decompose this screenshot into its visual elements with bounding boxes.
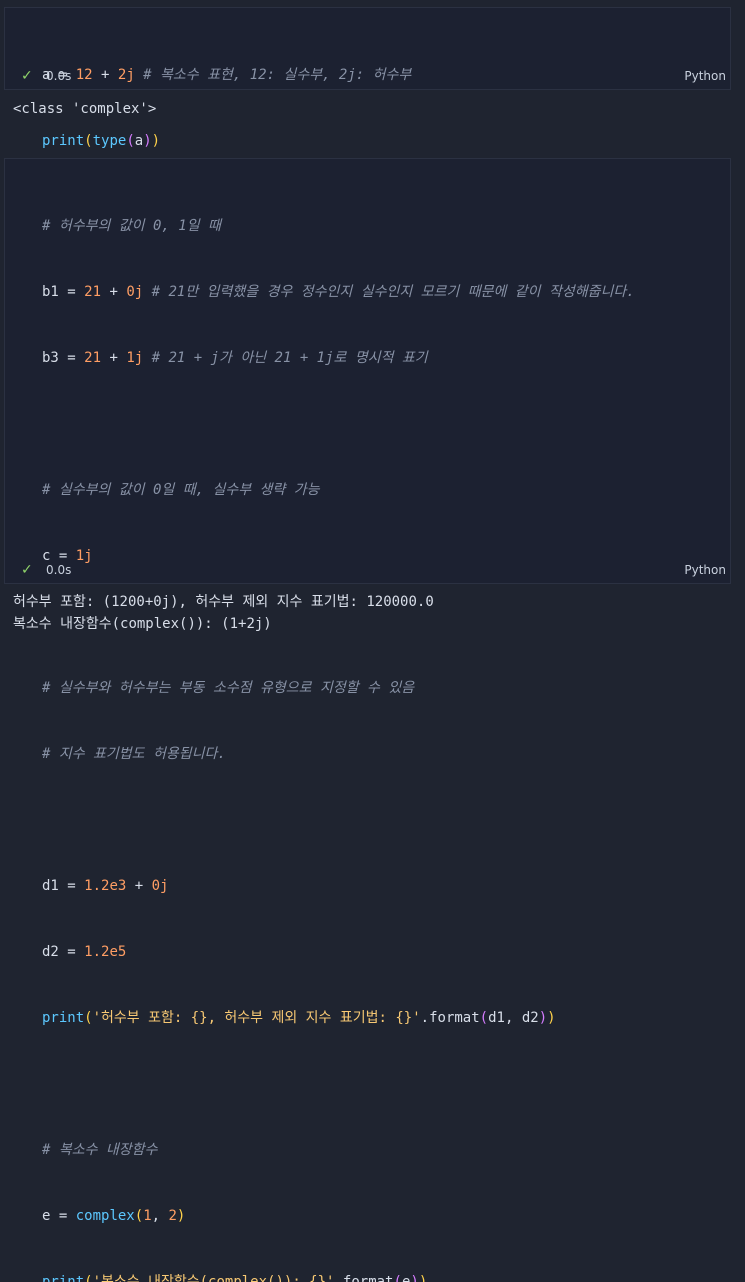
code-editor-2[interactable]: # 허수부의 값이 0, 1일 때 b1 = 21 + 0j # 21만 입력했…: [42, 171, 635, 1282]
token: (: [126, 133, 135, 149]
token: ,: [151, 1208, 169, 1224]
token: =: [58, 944, 85, 960]
code-line: e = complex(1, 2): [42, 1205, 635, 1227]
token: 1j: [126, 350, 144, 366]
token: ): [538, 1010, 548, 1026]
output-line: <class 'complex'>: [13, 101, 157, 117]
token: =: [50, 1208, 76, 1224]
code-cell-1[interactable]: a = 12 + 2j # 복소수 표현, 12: 실수부, 2j: 허수부 p…: [4, 7, 731, 149]
token: ): [418, 1274, 428, 1282]
code-line: # 실수부와 허수부는 부동 소수점 유형으로 지정할 수 있음: [42, 677, 635, 699]
token: 0j: [151, 878, 169, 894]
token: (: [134, 1208, 144, 1224]
token: =: [58, 284, 85, 300]
token: print: [42, 1010, 85, 1026]
token: (: [84, 1010, 93, 1026]
cell-output-1: <class 'complex'>: [13, 98, 156, 120]
code-line: d1 = 1.2e3 + 0j: [42, 875, 635, 897]
token: print: [42, 1274, 85, 1282]
token: complex: [75, 1208, 135, 1224]
token: 1.2e5: [84, 944, 127, 960]
cell-status-bar: ✓ 0.0s Python: [5, 559, 730, 583]
code-line: b3 = 21 + 1j # 21 + j가 아닌 21 + 1j로 명시적 표…: [42, 347, 635, 369]
token: .format: [420, 1010, 480, 1026]
code-line: # 허수부의 값이 0, 1일 때: [42, 215, 635, 237]
comment: # 허수부의 값이 0, 1일 때: [42, 218, 221, 234]
check-icon: ✓: [21, 562, 33, 578]
token: ): [410, 1274, 419, 1282]
comment: # 21 + j가 아닌 21 + 1j로 명시적 표기: [143, 350, 428, 366]
code-line: print(type(a)): [42, 130, 411, 152]
token: b1: [42, 284, 59, 300]
token: .format: [334, 1274, 394, 1282]
code-line: # 복소수 내장함수: [42, 1139, 635, 1161]
token: =: [58, 350, 85, 366]
token: ): [151, 133, 161, 149]
code-cell-2[interactable]: # 허수부의 값이 0, 1일 때 b1 = 21 + 0j # 21만 입력했…: [4, 158, 731, 1282]
code-line: # 실수부의 값이 0일 때, 실수부 생략 가능: [42, 479, 635, 501]
execution-time: 0.0s: [46, 69, 72, 83]
comment: # 지수 표기법도 허용됩니다.: [42, 746, 226, 762]
token: (: [84, 133, 93, 149]
token: ): [547, 1010, 556, 1026]
token: ): [176, 1208, 186, 1224]
comment: # 복소수 내장함수: [42, 1142, 158, 1158]
token: d2: [521, 1010, 539, 1026]
language-label[interactable]: Python: [684, 69, 726, 83]
token: 2: [168, 1208, 177, 1224]
token: 1.2e3: [84, 878, 127, 894]
language-label[interactable]: Python: [684, 563, 726, 577]
token: b3: [42, 350, 59, 366]
token: d2: [42, 944, 59, 960]
output-line: 복소수 내장함수(complex()): (1+2j): [13, 616, 272, 632]
token: d1: [42, 878, 59, 894]
token: a: [134, 133, 144, 149]
output-line: 허수부 포함: (1200+0j), 허수부 제외 지수 표기법: 120000…: [13, 594, 434, 610]
token: (: [393, 1274, 402, 1282]
code-line: # 지수 표기법도 허용됩니다.: [42, 743, 635, 765]
token: (: [479, 1010, 489, 1026]
string: '복소수 내장함수(complex()): {}': [92, 1274, 335, 1282]
execution-time: 0.0s: [46, 563, 72, 577]
token: 0j: [126, 284, 144, 300]
cell-status-bar: ✓ 0.0s Python: [5, 65, 730, 89]
check-icon: ✓: [21, 68, 33, 84]
comment: # 실수부와 허수부는 부동 소수점 유형으로 지정할 수 있음: [42, 680, 415, 696]
token: 1: [143, 1208, 152, 1224]
token: =: [58, 878, 85, 894]
code-line: b1 = 21 + 0j # 21만 입력했을 경우 정수인지 실수인지 모르기…: [42, 281, 635, 303]
token: ,: [504, 1010, 522, 1026]
comment: # 실수부의 값이 0일 때, 실수부 생략 가능: [42, 482, 320, 498]
token: (: [84, 1274, 93, 1282]
token: d1: [488, 1010, 505, 1026]
comment: # 21만 입력했을 경우 정수인지 실수인지 모르기 때문에 같이 작성해줍니…: [143, 284, 635, 300]
token: type: [92, 133, 127, 149]
code-line: print('허수부 포함: {}, 허수부 제외 지수 표기법: {}'.fo…: [42, 1007, 635, 1029]
code-line: print('복소수 내장함수(complex()): {}'.format(e…: [42, 1271, 635, 1282]
string: '허수부 포함: {}, 허수부 제외 지수 표기법: {}': [92, 1010, 421, 1026]
token: +: [101, 350, 127, 366]
token: ): [143, 133, 152, 149]
token: 21: [84, 350, 102, 366]
cell-output-2: 허수부 포함: (1200+0j), 허수부 제외 지수 표기법: 120000…: [13, 591, 434, 635]
token: e: [401, 1274, 411, 1282]
token: 21: [84, 284, 102, 300]
code-line: d2 = 1.2e5: [42, 941, 635, 963]
token: +: [126, 878, 152, 894]
token: e: [42, 1208, 51, 1224]
token: print: [42, 133, 85, 149]
token: +: [101, 284, 127, 300]
